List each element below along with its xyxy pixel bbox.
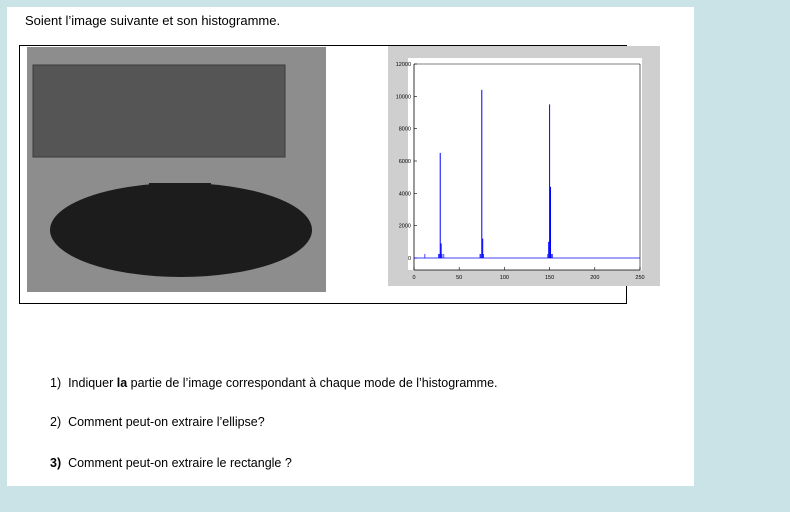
question-1-lead-bold: la [116, 376, 128, 390]
x-tick-label: 250 [635, 275, 644, 281]
question-2-text: Comment peut-on extraire l’ellipse? [68, 415, 265, 429]
question-3: 3) Comment peut-on extraire le rectangle… [50, 456, 292, 470]
black-ellipse [50, 183, 312, 277]
y-tick-label: 2000 [399, 224, 411, 230]
document-page: Soient l’image suivante et son histogram… [7, 7, 694, 486]
plot-area [408, 58, 642, 270]
question-1-text: partie de l’image correspondant à chaque… [127, 376, 498, 390]
synthetic-image-canvas [27, 47, 326, 292]
question-1: 1) Indiquer la partie de l’image corresp… [50, 376, 498, 390]
question-1-number: 1) [50, 376, 62, 390]
question-1-lead: Indiquer [68, 376, 117, 390]
ellipse-top-flat [149, 183, 211, 191]
y-tick-label: 12000 [396, 62, 411, 68]
x-tick-label: 100 [500, 275, 509, 281]
exercise-heading: Soient l’image suivante et son histogram… [25, 13, 281, 28]
histogram-chart: 0 2000 4000 6000 8000 10000 12000 0 50 100 150 200 2… [396, 58, 645, 281]
dark-gray-rectangle [32, 64, 286, 158]
y-tick-label: 0 [408, 256, 411, 262]
x-tick-label: 50 [456, 275, 462, 281]
y-tick-label: 10000 [396, 94, 411, 100]
histogram-panel: 0 2000 4000 6000 8000 10000 12000 0 50 100 150 200 2… [388, 46, 660, 286]
x-tick-label: 200 [590, 275, 599, 281]
x-tick-label: 0 [412, 275, 415, 281]
y-tick-label: 6000 [399, 159, 411, 165]
x-tick-label: 150 [545, 275, 554, 281]
question-2: 2) Comment peut-on extraire l’ellipse? [50, 415, 265, 429]
question-3-number: 3) [50, 456, 62, 470]
y-tick-label: 8000 [399, 127, 411, 133]
question-2-number: 2) [50, 415, 62, 429]
synthetic-image [27, 47, 326, 292]
question-3-text: Comment peut-on extraire le rectangle ? [68, 456, 292, 470]
y-tick-label: 4000 [399, 191, 411, 197]
